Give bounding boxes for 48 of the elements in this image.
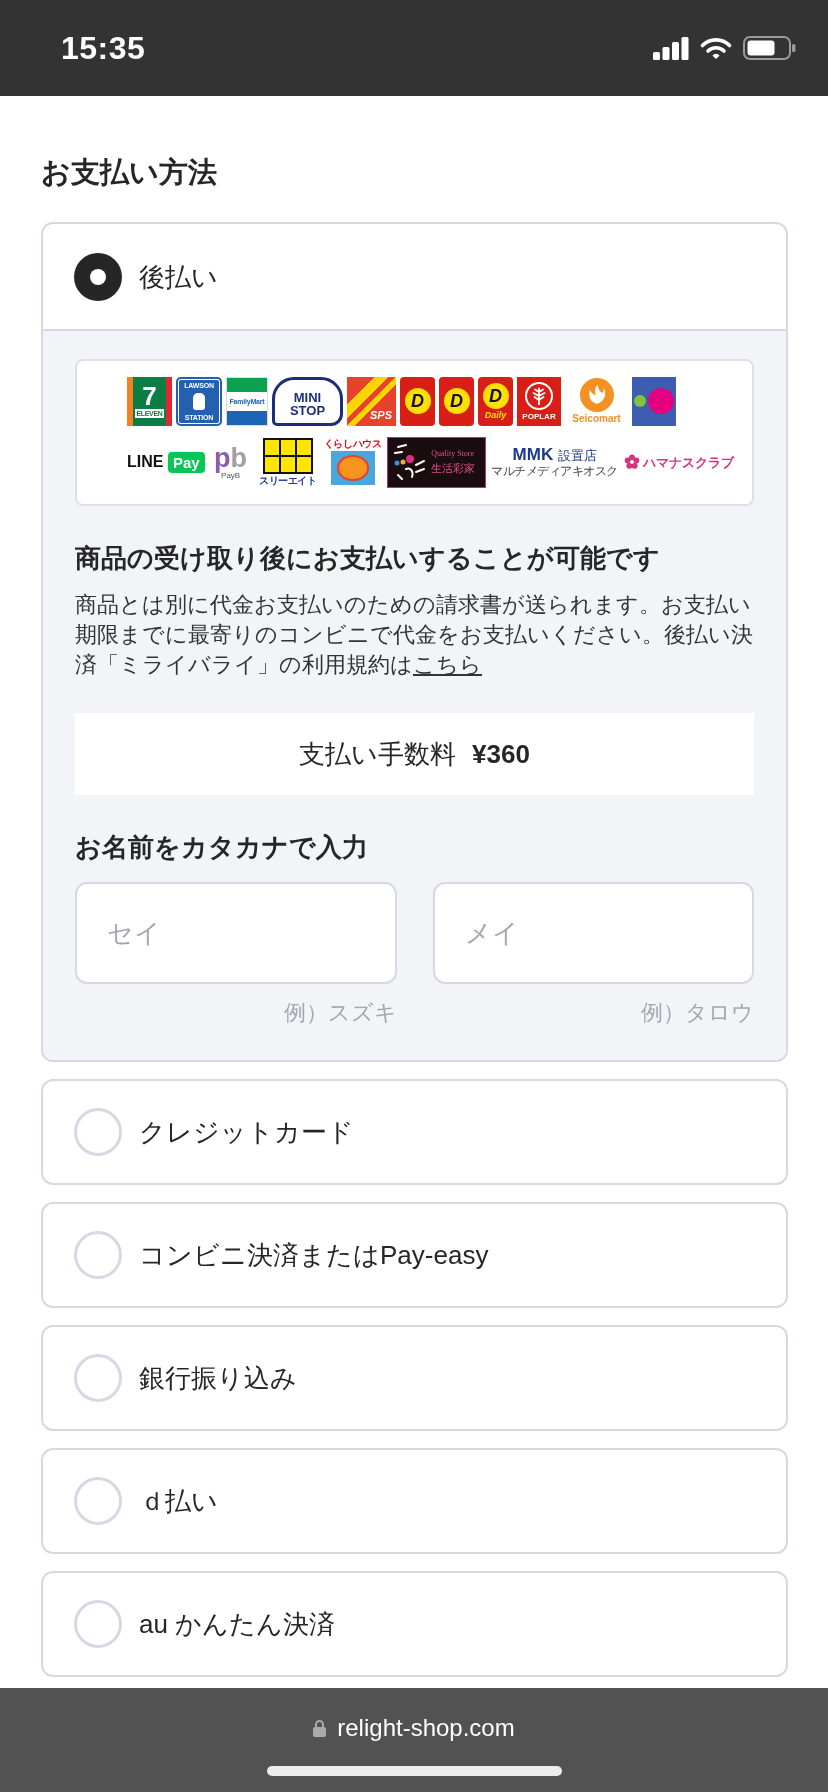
info-title: 商品の受け取り後にお支払いすることが可能です [75, 542, 661, 575]
store-logo-icon [632, 376, 676, 426]
option-label: 後払い [139, 260, 218, 294]
description-text: 商品とは別に代金お支払いのための請求書が送られます。お支払い期限までに最寄りのコンビニで代金をお支払いください。後払い決済「ミライバライ」の利用規約は こちら [75, 591, 754, 679]
radio-button[interactable] [74, 1354, 122, 1402]
hint-text: 例）タロウ [641, 999, 754, 1027]
payment-logo: LINE Pay [127, 451, 205, 473]
option-label: 銀行振り込み [139, 1362, 297, 1395]
option-card[interactable]: コンビニ決済またはPay-easy [41, 1202, 788, 1308]
input-field[interactable]: メイ [432, 882, 754, 984]
store-logo: D [400, 376, 435, 426]
option-label: クレジットカード [139, 1116, 354, 1149]
option-card[interactable]: au かんたん決済 [41, 1571, 788, 1677]
store-logo: MINI STOP [272, 376, 343, 426]
section-title: お支払い方法 [41, 155, 218, 190]
radio-button[interactable] [74, 1231, 122, 1279]
fee-label: 支払い手数料 [299, 737, 457, 771]
option-card[interactable]: ｄ払い [41, 1448, 788, 1554]
radio-button[interactable] [74, 1477, 122, 1525]
payment-logo: pb PayB [213, 444, 249, 480]
radio-button[interactable] [74, 1600, 122, 1648]
store-logo: D [439, 376, 474, 426]
fee-amount: ¥360 [472, 738, 530, 770]
store-logo: D Daily [478, 376, 513, 426]
option-label: コンビニ決済またはPay-easy [139, 1239, 489, 1272]
terms-link[interactable]: こちら [413, 652, 482, 677]
store-logo: Quality Store 生活彩家 [386, 436, 486, 488]
input-field[interactable]: セイ [75, 882, 397, 984]
lock-icon [313, 1719, 327, 1737]
option-label: ｄ払い [139, 1485, 218, 1518]
store-logo: Seicomart [565, 376, 628, 426]
battery-icon [743, 36, 796, 60]
store-logo: MMK 設置店 マルチメディアキオスク [490, 446, 619, 478]
option-card[interactable]: クレジットカード [41, 1079, 788, 1185]
name-title: お名前をカタカナで入力 [75, 831, 369, 864]
option-card[interactable]: 銀行振り込み [41, 1325, 788, 1431]
option-label: au かんたん決済 [139, 1608, 336, 1641]
home-indicator[interactable] [266, 1766, 562, 1776]
radio-button[interactable] [74, 252, 122, 301]
store-logo: POPLAR [517, 376, 561, 426]
store-logo: ハマナスクラブ [623, 454, 734, 470]
status-time: 15:35 [61, 29, 146, 68]
signal-icon [653, 36, 689, 60]
url-text[interactable]: relight-shop.com [337, 1714, 515, 1742]
store-logo: SPS [347, 376, 396, 426]
wifi-icon [700, 36, 732, 60]
radio-button[interactable] [74, 1108, 122, 1156]
hint-text: 例）スズキ [283, 999, 397, 1027]
